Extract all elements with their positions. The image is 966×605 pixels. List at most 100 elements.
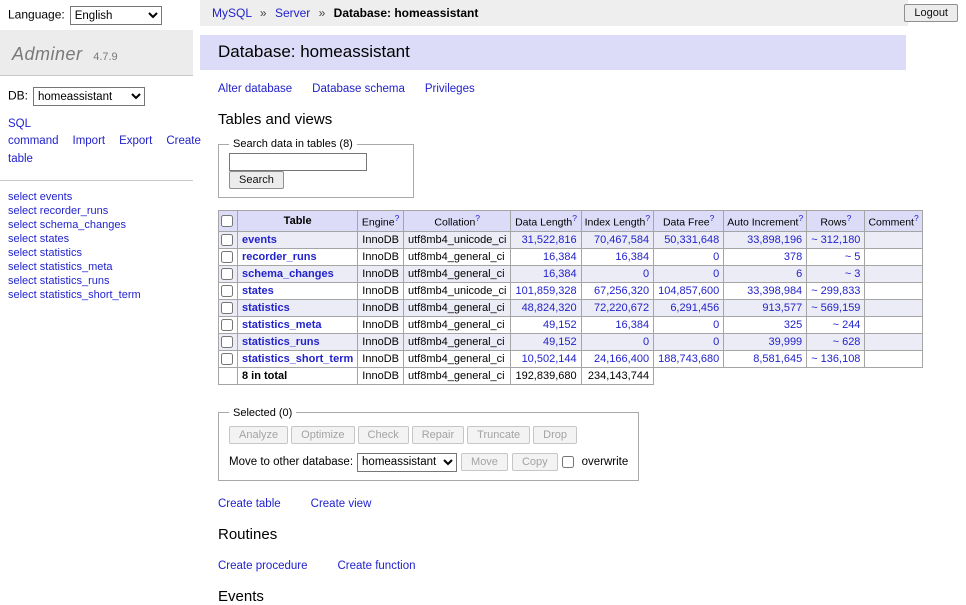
database-schema-link[interactable]: Database schema bbox=[312, 83, 405, 95]
select-recorder-runs-link[interactable]: select recorder_runs bbox=[8, 205, 108, 217]
select-states-link[interactable]: select states bbox=[8, 233, 69, 245]
index-length-link[interactable]: 70,467,584 bbox=[594, 234, 649, 246]
search-button[interactable]: Search bbox=[229, 171, 284, 189]
rows-link[interactable]: ~ 136,108 bbox=[811, 353, 860, 365]
data-length-link[interactable]: 16,384 bbox=[543, 251, 577, 263]
breadcrumb-server-link[interactable]: Server bbox=[275, 6, 310, 20]
auto-increment-link[interactable]: 33,398,984 bbox=[747, 285, 802, 297]
breadcrumb-mysql-link[interactable]: MySQL bbox=[212, 6, 252, 20]
index-length-link[interactable]: 16,384 bbox=[615, 251, 649, 263]
rows-link[interactable]: ~ 3 bbox=[845, 268, 861, 280]
bulk-analyze-button[interactable]: Analyze bbox=[229, 426, 288, 444]
help-link[interactable]: ? bbox=[645, 213, 650, 223]
auto-increment-link[interactable]: 378 bbox=[784, 251, 802, 263]
rows-link[interactable]: ~ 628 bbox=[833, 336, 861, 348]
help-link[interactable]: ? bbox=[572, 213, 577, 223]
data-free-link[interactable]: 0 bbox=[713, 336, 719, 348]
data-free-link[interactable]: 50,331,648 bbox=[664, 234, 719, 246]
table-name-link[interactable]: states bbox=[242, 285, 274, 297]
main-create-table-link[interactable]: Create table bbox=[218, 498, 281, 510]
help-link[interactable]: ? bbox=[798, 213, 803, 223]
help-link[interactable]: ? bbox=[710, 213, 715, 223]
db-select[interactable]: homeassistant bbox=[33, 87, 145, 106]
adminer-logo[interactable]: Adminer bbox=[12, 44, 83, 64]
select-statistics-link[interactable]: select statistics bbox=[8, 247, 82, 259]
table-name-link[interactable]: recorder_runs bbox=[242, 251, 317, 263]
language-select[interactable]: English bbox=[70, 6, 162, 25]
index-length-link[interactable]: 0 bbox=[643, 336, 649, 348]
main-create-view-link[interactable]: Create view bbox=[311, 498, 372, 510]
help-link[interactable]: ? bbox=[475, 213, 480, 223]
auto-increment-link[interactable]: 325 bbox=[784, 319, 802, 331]
data-free-link[interactable]: 0 bbox=[713, 251, 719, 263]
data-length-link[interactable]: 49,152 bbox=[543, 319, 577, 331]
move-db-select[interactable]: homeassistant bbox=[357, 453, 457, 472]
data-free-link[interactable]: 0 bbox=[713, 268, 719, 280]
data-length-link[interactable]: 49,152 bbox=[543, 336, 577, 348]
select-statistics-short-term-link[interactable]: select statistics_short_term bbox=[8, 289, 141, 301]
data-free-link[interactable]: 6,291,456 bbox=[670, 302, 719, 314]
privileges-link[interactable]: Privileges bbox=[425, 83, 475, 95]
row-checkbox[interactable] bbox=[221, 234, 233, 246]
data-length-link[interactable]: 10,502,144 bbox=[522, 353, 577, 365]
bulk-drop-button[interactable]: Drop bbox=[533, 426, 577, 444]
select-schema-changes-link[interactable]: select schema_changes bbox=[8, 219, 126, 231]
index-length-link[interactable]: 72,220,672 bbox=[594, 302, 649, 314]
help-link[interactable]: ? bbox=[914, 213, 919, 223]
data-length-link[interactable]: 48,824,320 bbox=[522, 302, 577, 314]
import-link[interactable]: Import bbox=[73, 135, 106, 147]
bulk-optimize-button[interactable]: Optimize bbox=[291, 426, 354, 444]
data-length-link[interactable]: 16,384 bbox=[543, 268, 577, 280]
data-free-link[interactable]: 104,857,600 bbox=[658, 285, 719, 297]
bulk-check-button[interactable]: Check bbox=[358, 426, 409, 444]
data-length-link[interactable]: 101,859,328 bbox=[515, 285, 576, 297]
help-link[interactable]: ? bbox=[847, 213, 852, 223]
alter-database-link[interactable]: Alter database bbox=[218, 83, 292, 95]
select-all-checkbox[interactable] bbox=[221, 215, 233, 227]
index-length-link[interactable]: 16,384 bbox=[615, 319, 649, 331]
copy-button[interactable]: Copy bbox=[512, 453, 558, 471]
auto-increment-link[interactable]: 6 bbox=[796, 268, 802, 280]
data-free-link[interactable]: 188,743,680 bbox=[658, 353, 719, 365]
row-checkbox[interactable] bbox=[221, 268, 233, 280]
row-checkbox[interactable] bbox=[221, 319, 233, 331]
index-length-link[interactable]: 67,256,320 bbox=[594, 285, 649, 297]
auto-increment-link[interactable]: 39,999 bbox=[769, 336, 803, 348]
rows-link[interactable]: ~ 312,180 bbox=[811, 234, 860, 246]
table-name-link[interactable]: events bbox=[242, 234, 277, 246]
rows-link[interactable]: ~ 5 bbox=[845, 251, 861, 263]
data-free-link[interactable]: 0 bbox=[713, 319, 719, 331]
auto-increment-link[interactable]: 33,898,196 bbox=[747, 234, 802, 246]
rows-link[interactable]: ~ 244 bbox=[833, 319, 861, 331]
auto-increment-link[interactable]: 8,581,645 bbox=[753, 353, 802, 365]
row-checkbox[interactable] bbox=[221, 251, 233, 263]
sql-command-link[interactable]: SQL command bbox=[8, 118, 59, 147]
data-length-link[interactable]: 31,522,816 bbox=[522, 234, 577, 246]
create-procedure-link[interactable]: Create procedure bbox=[218, 560, 308, 572]
table-name-link[interactable]: statistics bbox=[242, 302, 290, 314]
table-name-link[interactable]: statistics_runs bbox=[242, 336, 320, 348]
index-length-link[interactable]: 24,166,400 bbox=[594, 353, 649, 365]
rows-link[interactable]: ~ 299,833 bbox=[811, 285, 860, 297]
table-name-link[interactable]: schema_changes bbox=[242, 268, 334, 280]
select-statistics-runs-link[interactable]: select statistics_runs bbox=[8, 275, 109, 287]
select-events-link[interactable]: select events bbox=[8, 191, 72, 203]
help-link[interactable]: ? bbox=[395, 213, 400, 223]
overwrite-checkbox[interactable] bbox=[562, 456, 574, 468]
row-checkbox[interactable] bbox=[221, 285, 233, 297]
move-button[interactable]: Move bbox=[461, 453, 508, 471]
row-checkbox[interactable] bbox=[221, 353, 233, 365]
table-name-link[interactable]: statistics_short_term bbox=[242, 353, 353, 365]
table-name-link[interactable]: statistics_meta bbox=[242, 319, 322, 331]
index-length-link[interactable]: 0 bbox=[643, 268, 649, 280]
row-checkbox[interactable] bbox=[221, 336, 233, 348]
logout-button[interactable]: Logout bbox=[904, 4, 958, 22]
rows-link[interactable]: ~ 569,159 bbox=[811, 302, 860, 314]
create-function-link[interactable]: Create function bbox=[338, 560, 416, 572]
export-link[interactable]: Export bbox=[119, 135, 152, 147]
search-input[interactable] bbox=[229, 153, 367, 171]
row-checkbox[interactable] bbox=[221, 302, 233, 314]
auto-increment-link[interactable]: 913,577 bbox=[762, 302, 802, 314]
bulk-repair-button[interactable]: Repair bbox=[412, 426, 464, 444]
select-statistics-meta-link[interactable]: select statistics_meta bbox=[8, 261, 113, 273]
